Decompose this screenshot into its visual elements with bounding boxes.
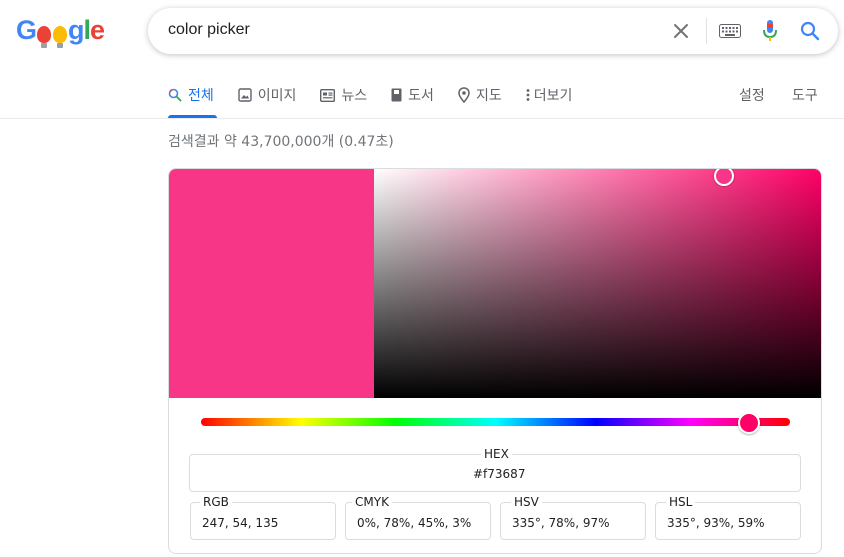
logo-letter-g2: g xyxy=(68,15,84,45)
cmyk-label: CMYK xyxy=(352,495,392,509)
hsv-value[interactable]: 335°, 78%, 97% xyxy=(512,516,610,530)
google-logo[interactable]: G g l e xyxy=(16,14,105,48)
tab-more[interactable]: 더보기 xyxy=(526,85,573,105)
hsv-field[interactable]: HSV 335°, 78%, 97% xyxy=(500,495,646,540)
hsl-field[interactable]: HSL 335°, 93%, 59% xyxy=(655,495,801,540)
logo-letter-e: e xyxy=(90,15,105,45)
hsv-label: HSV xyxy=(511,495,542,509)
search-icon xyxy=(168,88,182,102)
rgb-label: RGB xyxy=(200,495,232,509)
hue-slider-handle[interactable] xyxy=(738,412,761,434)
search-input[interactable]: color picker xyxy=(168,21,250,39)
clear-icon[interactable] xyxy=(666,16,696,46)
logo-bulb-red xyxy=(37,26,52,48)
logo-bulb-yellow xyxy=(53,26,68,48)
logo-letter-g: G xyxy=(16,15,37,45)
result-stats: 검색결과 약 43,700,000개 (0.47초) xyxy=(168,134,394,150)
tab-label: 이미지 xyxy=(257,88,297,104)
hsl-label: HSL xyxy=(666,495,696,509)
microphone-icon[interactable] xyxy=(755,16,785,46)
selected-color-swatch xyxy=(169,169,374,398)
rgb-value[interactable]: 247, 54, 135 xyxy=(202,516,278,530)
tab-label: 뉴스 xyxy=(341,88,368,104)
settings-link[interactable]: 설정 xyxy=(739,85,765,105)
tools-link[interactable]: 도구 xyxy=(792,85,818,105)
hue-slider[interactable] xyxy=(201,418,790,426)
news-icon xyxy=(320,88,336,102)
tab-label: 더보기 xyxy=(533,88,573,104)
header-divider xyxy=(0,118,844,119)
sv-black-gradient xyxy=(374,169,821,398)
tab-label: 도서 xyxy=(408,88,434,104)
color-picker-card: HEX #f73687 RGB 247, 54, 135 CMYK 0%, 78… xyxy=(168,168,822,554)
rgb-field[interactable]: RGB 247, 54, 135 xyxy=(190,495,336,540)
more-vert-icon xyxy=(526,88,530,102)
hsl-value[interactable]: 335°, 93%, 59% xyxy=(667,516,765,530)
tab-books[interactable]: 도서 xyxy=(391,85,434,105)
cmyk-value[interactable]: 0%, 78%, 45%, 3% xyxy=(357,516,471,530)
hex-value[interactable]: #f73687 xyxy=(473,467,525,481)
hex-label: HEX xyxy=(481,447,512,461)
tab-label: 지도 xyxy=(475,88,502,104)
map-pin-icon xyxy=(458,87,470,103)
saturation-value-area[interactable] xyxy=(374,169,821,398)
keyboard-icon[interactable] xyxy=(715,16,745,46)
hex-field[interactable]: HEX #f73687 xyxy=(189,447,801,492)
search-box[interactable]: color picker xyxy=(148,8,838,54)
search-tabs: 전체 이미지 뉴스 도서 지도 더보기 xyxy=(168,85,596,105)
search-divider xyxy=(706,18,707,44)
cmyk-field[interactable]: CMYK 0%, 78%, 45%, 3% xyxy=(345,495,491,540)
tab-all[interactable]: 전체 xyxy=(168,85,214,105)
image-icon xyxy=(238,88,252,102)
tab-news[interactable]: 뉴스 xyxy=(320,85,367,105)
tab-maps[interactable]: 지도 xyxy=(458,85,502,105)
tab-images[interactable]: 이미지 xyxy=(238,85,297,105)
book-icon xyxy=(391,88,402,102)
search-icon[interactable] xyxy=(795,16,825,46)
tab-label: 전체 xyxy=(188,88,214,104)
